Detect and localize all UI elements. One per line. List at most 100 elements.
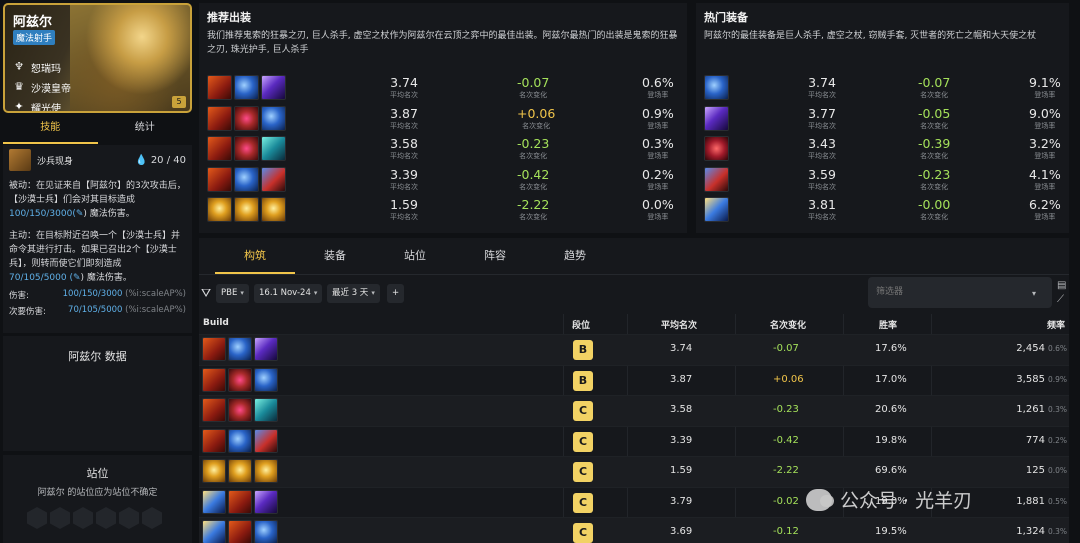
hot-item-row[interactable]: 3.74 平均名次 -0.07 名次变化 9.1% 登场率 [704, 75, 1061, 106]
item-icon[interactable] [704, 197, 729, 222]
item-icon[interactable] [254, 459, 278, 483]
change-cell: -0.12 [773, 526, 799, 537]
item-icon[interactable] [234, 197, 259, 222]
add-filter-button[interactable]: + [387, 284, 404, 303]
header-tier[interactable]: 段位 [572, 318, 590, 331]
trait-item[interactable]: ✦ 耀光使 [13, 97, 71, 112]
item-icon[interactable] [207, 197, 232, 222]
item-icon[interactable] [254, 489, 278, 514]
item-icon[interactable] [202, 489, 226, 514]
hot-item-row[interactable]: 3.59 平均名次 -0.23 名次变化 4.1% 登场率 [704, 166, 1061, 198]
table-row[interactable]: B 3.74 -0.07 17.6% 2,454 0.6% [199, 334, 1069, 365]
build-row[interactable]: 3.39 平均名次 -0.42 名次变化 0.2% 登场率 [207, 166, 679, 198]
hot-item-row[interactable]: 3.81 平均名次 -0.00 名次变化 6.2% 登场率 [704, 197, 1061, 228]
item-icon[interactable] [228, 489, 252, 514]
item-icon[interactable] [228, 520, 252, 543]
table-row[interactable]: C 3.69 -0.12 19.5% 1,324 0.3% [199, 517, 1069, 543]
table-row[interactable]: C 1.59 -2.22 69.6% 125 0.0% [199, 456, 1069, 487]
item-icon[interactable] [202, 337, 226, 361]
trait-item[interactable]: ♛ 沙漠皇帝 [13, 77, 71, 97]
avg-cell: 3.79 [670, 495, 693, 507]
build-row[interactable]: 3.58 平均名次 -0.23 名次变化 0.3% 登场率 [207, 136, 679, 167]
avg-value: 3.74 [808, 75, 836, 90]
champion-card: 阿兹尔 魔法射手 ♆ 恕瑞玛 ♛ 沙漠皇帝 ✦ 耀光使 5 [3, 3, 192, 113]
filter-input[interactable] [868, 277, 1052, 308]
item-icon[interactable] [261, 105, 286, 131]
item-icon[interactable] [254, 520, 278, 543]
frequency-cell: 1,881 0.5% [1016, 496, 1067, 507]
item-icon[interactable] [202, 367, 226, 392]
table-row[interactable]: C 3.58 -0.23 20.6% 1,261 0.3% [199, 395, 1069, 426]
hot-item-row[interactable]: 3.43 平均名次 -0.39 名次变化 3.2% 登场率 [704, 136, 1061, 167]
item-icon[interactable] [261, 75, 286, 100]
tab-position[interactable]: 站位 [375, 238, 455, 274]
trait-item[interactable]: ♆ 恕瑞玛 [13, 57, 71, 77]
item-icon[interactable] [704, 136, 729, 161]
item-icon[interactable] [202, 459, 226, 483]
item-icon[interactable] [228, 398, 252, 422]
item-icon[interactable] [234, 136, 259, 161]
table-row[interactable]: B 3.87 +0.06 17.0% 3,585 0.9% [199, 364, 1069, 396]
item-icon[interactable] [202, 520, 226, 543]
tab-comps[interactable]: 阵容 [455, 238, 535, 274]
tier-badge: C [573, 462, 593, 482]
item-icon[interactable] [234, 105, 259, 131]
version-select[interactable]: 16.1 Nov-24 ▾ [254, 284, 323, 303]
item-icon[interactable] [254, 398, 278, 422]
tab-ability[interactable]: 技能 [3, 116, 98, 144]
cost-badge: 5 [172, 96, 186, 108]
main-tabs: 构筑 装备 站位 阵容 趋势 [199, 238, 1069, 275]
filter-icon[interactable]: ⛛ [201, 286, 215, 300]
table-row[interactable]: C 3.39 -0.42 19.8% 774 0.2% [199, 425, 1069, 457]
change-cell: -0.02 [773, 495, 799, 507]
chart-view-icon[interactable]: ⟋ [1057, 293, 1066, 307]
item-icon[interactable] [704, 166, 729, 192]
item-icon[interactable] [254, 428, 278, 453]
tab-trends[interactable]: 趋势 [535, 238, 615, 274]
item-icon[interactable] [254, 367, 278, 392]
tab-stats[interactable]: 统计 [98, 116, 193, 144]
header-change[interactable]: 名次变化 [770, 318, 806, 331]
tab-items[interactable]: 装备 [295, 238, 375, 274]
build-row[interactable]: 3.74 平均名次 -0.07 名次变化 0.6% 登场率 [207, 75, 679, 106]
header-winrate[interactable]: 胜率 [879, 318, 897, 331]
item-icon[interactable] [207, 136, 232, 161]
winrate-cell: 19.8% [875, 434, 907, 446]
item-icon[interactable] [261, 166, 286, 192]
item-icon[interactable] [228, 367, 252, 392]
change-value: -0.23 [517, 136, 550, 151]
build-row[interactable]: 1.59 平均名次 -2.22 名次变化 0.0% 登场率 [207, 197, 679, 228]
header-avg[interactable]: 平均名次 [661, 318, 697, 331]
panel-title: 热门装备 [704, 11, 748, 24]
build-row[interactable]: 3.87 平均名次 +0.06 名次变化 0.9% 登场率 [207, 105, 679, 137]
item-icon[interactable] [228, 459, 252, 483]
header-build[interactable]: Build [203, 318, 229, 328]
item-icon[interactable] [234, 75, 259, 100]
avg-placement: 1.59 平均名次 [390, 197, 418, 222]
item-icon[interactable] [234, 166, 259, 192]
change-value: -0.42 [517, 166, 550, 182]
item-icon[interactable] [202, 398, 226, 422]
stat-extra: (%i:scaleAP%) [125, 305, 186, 315]
hot-item-row[interactable]: 3.77 平均名次 -0.05 名次变化 9.0% 登场率 [704, 105, 1061, 137]
item-icon[interactable] [207, 166, 232, 192]
item-icon[interactable] [207, 75, 232, 100]
item-icon[interactable] [704, 105, 729, 131]
range-select[interactable]: 最近 3 天 ▾ [327, 284, 380, 303]
item-icon[interactable] [704, 75, 729, 100]
crown-trait-icon: ♆ [14, 60, 24, 73]
patch-select[interactable]: PBE ▾ [216, 284, 249, 303]
item-icon[interactable] [207, 105, 232, 131]
item-icon[interactable] [261, 136, 286, 161]
item-icon[interactable] [228, 337, 252, 361]
item-icon[interactable] [254, 337, 278, 361]
passive-text: 被动：在见证来自【阿兹尔】的3次攻击后，【沙漠士兵】们会对其目标造成 [9, 181, 186, 205]
item-icon[interactable] [202, 428, 226, 453]
item-icon[interactable] [261, 197, 286, 222]
table-view-icon[interactable]: ▤ [1057, 279, 1066, 293]
avg-value: 3.74 [390, 75, 418, 90]
header-frequency[interactable]: 频率 [1047, 318, 1065, 331]
tab-builds[interactable]: 构筑 [215, 238, 295, 274]
tier-badge: B [573, 340, 593, 360]
item-icon[interactable] [228, 428, 252, 453]
